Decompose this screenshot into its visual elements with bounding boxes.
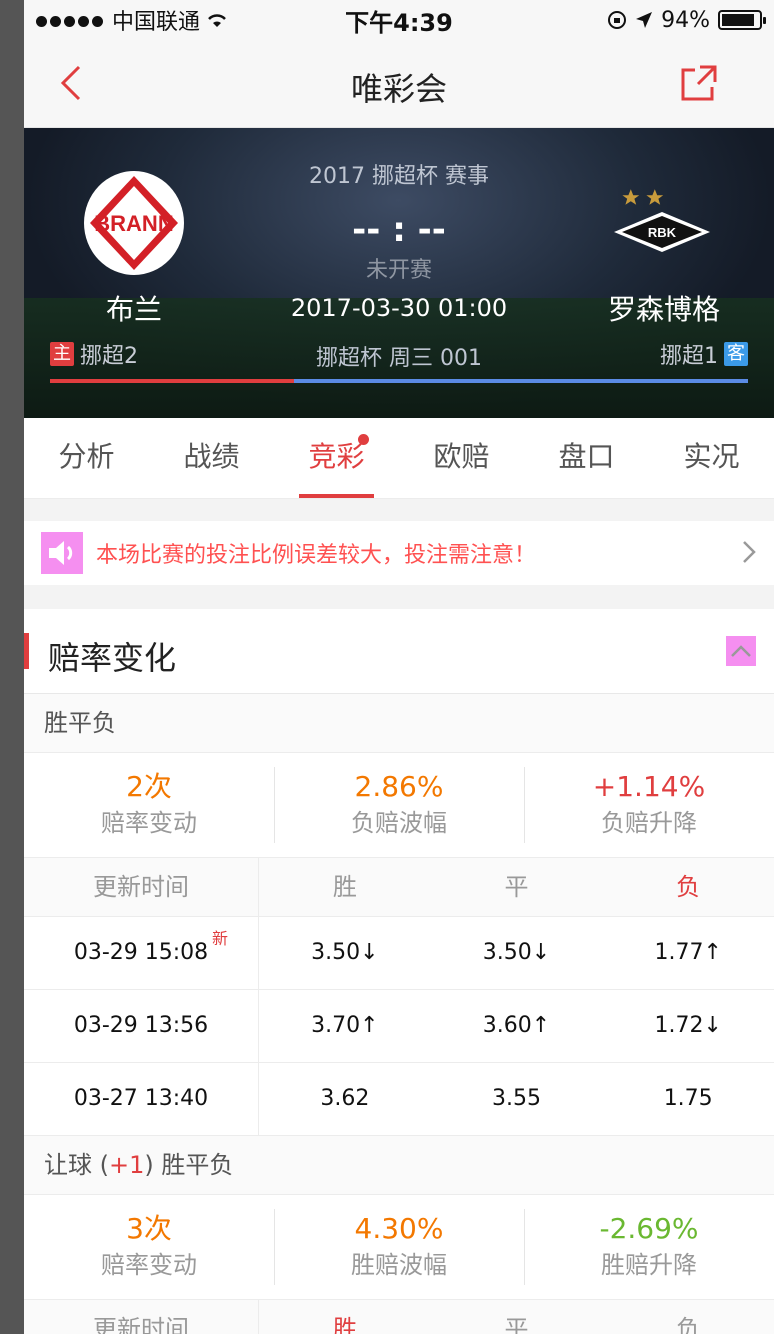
away-badge: 客 bbox=[724, 342, 748, 366]
stat-value: +1.14% bbox=[592, 770, 706, 803]
row-lose: 1.77↑ bbox=[654, 940, 722, 965]
share-icon[interactable] bbox=[680, 64, 718, 102]
row-time: 03-27 13:40 bbox=[24, 1063, 259, 1135]
away-team-name[interactable]: 罗森博格 bbox=[608, 288, 720, 328]
row-lose: 1.72↓ bbox=[654, 1013, 722, 1038]
table-header: 更新时间 胜 平 负 bbox=[24, 858, 774, 917]
row-time: 03-29 15:08 新 bbox=[24, 917, 259, 989]
table-row: 03-27 13:40 3.62 3.55 1.75 bbox=[24, 1063, 774, 1136]
tab-euro-odds[interactable]: 欧赔 bbox=[399, 418, 524, 498]
group-label-1x2: 胜平负 bbox=[24, 694, 774, 753]
home-team-name[interactable]: 布兰 bbox=[106, 288, 162, 328]
group-label-handicap: 让球 (+1) 胜平负 bbox=[24, 1136, 774, 1195]
section-title: 赔率变化 bbox=[48, 639, 177, 677]
stat-label: 赔率变动 bbox=[101, 809, 197, 837]
notice-bar[interactable]: 本场比赛的投注比例误差较大，投注需注意！ bbox=[24, 521, 774, 585]
home-badge: 主 bbox=[50, 342, 74, 366]
tab-bar: 分析 战绩 竞彩 欧赔 盘口 实况 bbox=[24, 418, 774, 499]
row-win: 3.50↓ bbox=[311, 940, 379, 965]
table-header: 更新时间 胜 平 负 bbox=[24, 1300, 774, 1334]
stat-value: 2次 bbox=[126, 770, 172, 803]
row-win: 3.62 bbox=[320, 1086, 370, 1111]
speaker-icon bbox=[41, 532, 83, 574]
table-row: 03-29 15:08 新 3.50↓ 3.50↓ 1.77↑ bbox=[24, 917, 774, 990]
rotation-lock-icon bbox=[608, 11, 627, 29]
section-header: 赔率变化 bbox=[24, 609, 774, 694]
notification-dot bbox=[358, 434, 369, 445]
svg-text:BRANN: BRANN bbox=[94, 211, 173, 236]
row-draw: 3.50↓ bbox=[482, 940, 551, 965]
tab-record[interactable]: 战绩 bbox=[149, 418, 274, 498]
app-page: 中国联通 下午4:39 94% 唯彩会 2017 挪超杯 赛事 -- : -- … bbox=[24, 0, 774, 1334]
row-win: 3.70↑ bbox=[311, 1013, 379, 1038]
left-edge-bar bbox=[0, 0, 24, 1334]
stat-value: 3次 bbox=[126, 1212, 172, 1245]
match-header: 2017 挪超杯 赛事 -- : -- 未开赛 2017-03-30 01:00… bbox=[24, 128, 774, 418]
svg-text:RBK: RBK bbox=[648, 225, 677, 240]
stat-value: 2.86% bbox=[354, 770, 444, 803]
notice-text: 本场比赛的投注比例误差较大，投注需注意！ bbox=[96, 543, 537, 568]
battery-icon bbox=[718, 10, 766, 30]
battery-percent: 94% bbox=[661, 7, 710, 33]
nav-bar: 唯彩会 bbox=[24, 40, 774, 128]
page-title: 唯彩会 bbox=[350, 70, 447, 108]
chevron-right-icon[interactable] bbox=[742, 540, 756, 564]
home-away-bar bbox=[50, 379, 748, 383]
tab-jingcai[interactable]: 竞彩 bbox=[274, 418, 399, 498]
stats-row-1x2: 2次 赔率变动 2.86% 负赔波幅 +1.14% 负赔升降 bbox=[24, 753, 774, 858]
stat-label: 负赔升降 bbox=[601, 809, 697, 837]
away-rank: 挪超1 客 bbox=[660, 338, 748, 370]
home-rank: 主 挪超2 bbox=[50, 338, 138, 370]
stat-label: 赔率变动 bbox=[101, 1251, 197, 1279]
collapse-icon[interactable] bbox=[726, 636, 756, 666]
home-team-logo[interactable]: BRANN bbox=[82, 168, 186, 278]
row-draw: 3.60↑ bbox=[482, 1013, 551, 1038]
stat-value: 4.30% bbox=[354, 1212, 444, 1245]
tab-live[interactable]: 实况 bbox=[649, 418, 774, 498]
new-badge: 新 bbox=[211, 929, 228, 948]
stat-label: 胜赔波幅 bbox=[351, 1251, 447, 1279]
odds-change-section: 赔率变化 胜平负 2次 赔率变动 2.86% 负赔波幅 +1.14% 负赔升降 … bbox=[24, 609, 774, 1334]
location-icon bbox=[636, 12, 653, 28]
row-time: 03-29 13:56 bbox=[24, 990, 259, 1062]
row-lose: 1.75 bbox=[663, 1086, 713, 1111]
table-row: 03-29 13:56 3.70↑ 3.60↑ 1.72↓ bbox=[24, 990, 774, 1063]
tab-handicap[interactable]: 盘口 bbox=[524, 418, 649, 498]
status-bar: 中国联通 下午4:39 94% bbox=[24, 0, 774, 40]
stat-value: -2.69% bbox=[599, 1212, 699, 1245]
stat-label: 胜赔升降 bbox=[601, 1251, 697, 1279]
stat-label: 负赔波幅 bbox=[351, 809, 447, 837]
tab-analysis[interactable]: 分析 bbox=[24, 418, 149, 498]
row-draw: 3.55 bbox=[492, 1086, 541, 1111]
stats-row-handicap: 3次 赔率变动 4.30% 胜赔波幅 -2.69% 胜赔升降 bbox=[24, 1195, 774, 1300]
away-team-logo[interactable]: RBK bbox=[610, 188, 714, 258]
